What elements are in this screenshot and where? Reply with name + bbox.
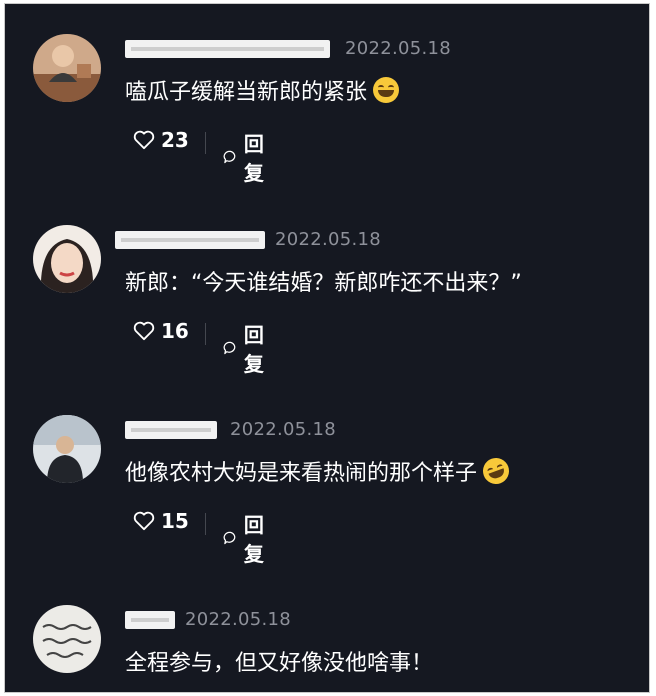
comment-date: 2022.05.18 [275, 229, 382, 250]
comment-text-content: 嗑瓜子缓解当新郎的紧张 [125, 80, 368, 105]
reply-button[interactable]: 回复 [223, 509, 271, 567]
comment-text: 他像农村大妈是来看热闹的那个样子 [125, 454, 513, 488]
comment-date: 2022.05.18 [185, 609, 292, 630]
like-count: 16 [161, 319, 189, 343]
like-count: 15 [161, 509, 189, 533]
username-redacted[interactable] [125, 611, 175, 629]
laughing-tears-emoji-icon [479, 454, 513, 488]
divider [205, 323, 206, 345]
comment-text-content: 全程参与，但又好像没他啥事！ [125, 651, 434, 676]
like-button[interactable]: 16 [133, 319, 189, 343]
comment-date: 2022.05.18 [345, 38, 452, 59]
like-button[interactable]: 23 [133, 128, 189, 152]
like-button[interactable]: 15 [133, 509, 189, 533]
heart-outline-icon [133, 130, 155, 150]
comment-feed: 2022.05.18 嗑瓜子缓解当新郎的紧张 23 回复 2022.05.18 … [4, 3, 650, 693]
comment-text-content: 新郎：“今天谁结婚？新郎咋还不出来？” [125, 271, 522, 296]
reply-button[interactable]: 回复 [223, 319, 271, 377]
username-redacted[interactable] [125, 40, 330, 58]
divider [205, 132, 206, 154]
divider [205, 513, 206, 535]
heart-outline-icon [133, 321, 155, 341]
comment-text: 新郎：“今天谁结婚？新郎咋还不出来？” [125, 265, 522, 297]
username-redacted[interactable] [125, 421, 217, 439]
speech-bubble-icon [223, 531, 236, 545]
speech-bubble-icon [223, 150, 236, 164]
heart-outline-icon [133, 511, 155, 531]
comment-date: 2022.05.18 [230, 419, 337, 440]
reply-label: 回复 [243, 323, 264, 376]
comment-text-content: 他像农村大妈是来看热闹的那个样子 [125, 461, 478, 486]
avatar[interactable] [33, 34, 101, 102]
reply-button[interactable]: 回复 [223, 128, 271, 186]
reply-label: 回复 [243, 513, 264, 566]
reply-label: 回复 [243, 132, 264, 185]
username-redacted[interactable] [115, 231, 265, 249]
comment-text: 嗑瓜子缓解当新郎的紧张 [125, 74, 400, 106]
like-count: 23 [161, 128, 189, 152]
grinning-emoji-icon [373, 77, 400, 103]
comment-text: 全程参与，但又好像没他啥事！ [125, 645, 433, 677]
speech-bubble-icon [223, 341, 236, 355]
avatar[interactable] [33, 225, 101, 293]
avatar[interactable] [33, 415, 101, 483]
avatar[interactable] [33, 605, 101, 673]
